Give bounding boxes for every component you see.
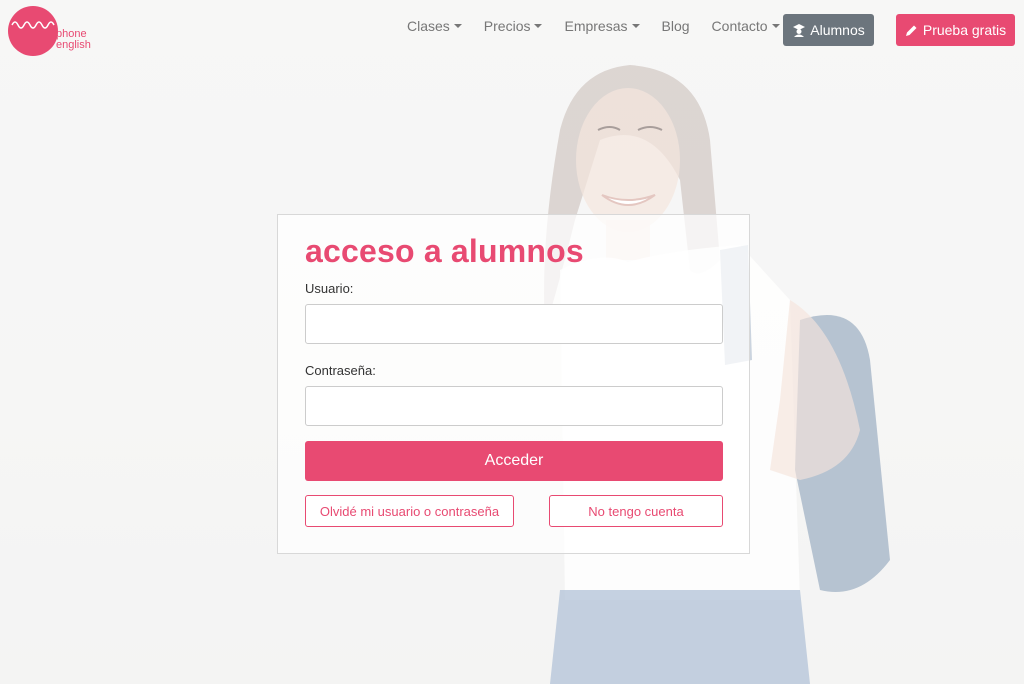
login-submit-button[interactable]: Acceder: [305, 441, 723, 481]
caret-down-icon: [771, 24, 780, 28]
caret-down-icon: [631, 24, 640, 28]
alumnos-button[interactable]: Alumnos: [783, 14, 874, 46]
forgot-credentials-button[interactable]: Olvidé mi usuario o contraseña: [305, 495, 514, 527]
logo-mark: [8, 6, 58, 56]
nav-label: Precios: [483, 18, 531, 34]
phone-english-logo[interactable]: phone english: [8, 6, 98, 56]
password-input[interactable]: [305, 386, 723, 426]
logo-line-2: english: [56, 39, 91, 51]
alumnos-label: Alumnos: [810, 22, 865, 38]
nav-label: Clases: [407, 18, 450, 34]
pencil-icon: [905, 25, 917, 36]
nav-item-contacto[interactable]: Contacto: [701, 16, 791, 36]
caret-down-icon: [453, 24, 462, 28]
login-title: acceso a alumnos: [305, 233, 584, 269]
free-trial-label: Prueba gratis: [922, 22, 1007, 38]
logo-wordmark: phone english: [56, 29, 91, 51]
caret-down-icon: [534, 24, 543, 28]
nav-label: Empresas: [564, 18, 628, 34]
nav-item-blog[interactable]: Blog: [651, 16, 701, 36]
free-trial-button[interactable]: Prueba gratis: [896, 14, 1015, 46]
nav-item-precios[interactable]: Precios: [473, 16, 554, 36]
nav-item-clases[interactable]: Clases: [396, 16, 473, 36]
nav-label: Contacto: [711, 18, 768, 34]
nav-item-empresas[interactable]: Empresas: [553, 16, 650, 36]
no-account-button[interactable]: No tengo cuenta: [549, 495, 723, 527]
password-label: Contraseña:: [305, 363, 376, 378]
username-label: Usuario:: [305, 281, 354, 296]
login-panel: acceso a alumnos Usuario: Contraseña: Ac…: [277, 214, 750, 554]
username-input[interactable]: [305, 304, 723, 344]
nav-label: Blog: [661, 18, 690, 34]
logo-waveform-icon: [11, 21, 55, 29]
navbar: phone english Clases Precios Empresas Bl…: [0, 0, 1024, 62]
graduate-icon: [793, 24, 806, 37]
main-nav: Clases Precios Empresas Blog Contacto: [396, 16, 791, 36]
